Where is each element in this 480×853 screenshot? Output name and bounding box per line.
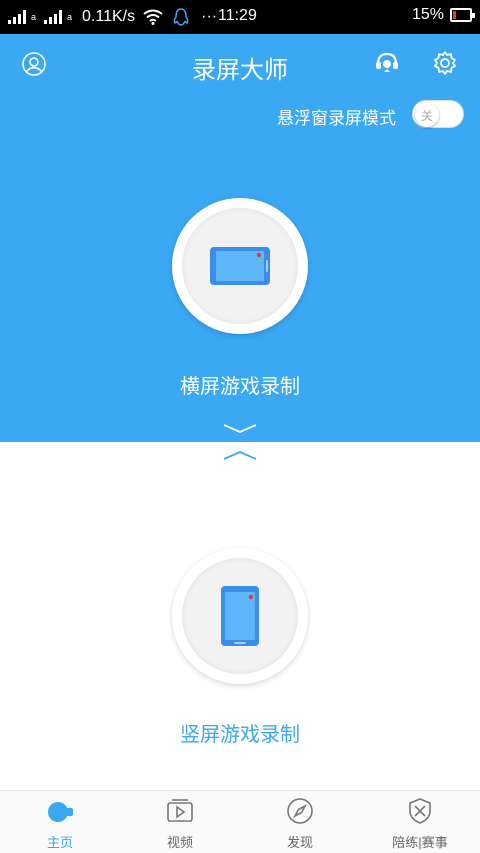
status-bar: a a 0.11K/s ··· 11:29 15% — [0, 0, 480, 34]
customer-service-icon[interactable] — [374, 50, 400, 76]
tab-video-label: 视频 — [166, 835, 193, 850]
qq-icon — [173, 8, 189, 26]
tab-practice-label: 陪练|赛事 — [392, 835, 448, 850]
chevron-down-icon[interactable] — [222, 422, 258, 436]
portrait-record-label[interactable]: 竖屏游戏录制 — [0, 718, 480, 747]
status-left: a a 0.11K/s ··· — [8, 7, 217, 27]
landscape-record-button[interactable] — [172, 198, 308, 334]
signal-sub-label: a — [31, 12, 37, 22]
tab-video[interactable]: 视频 — [140, 791, 220, 853]
video-icon — [167, 799, 193, 822]
landscape-record-button-inner — [182, 208, 298, 324]
more-dots: ··· — [201, 8, 218, 25]
portrait-record-button[interactable] — [172, 548, 308, 684]
tab-discover[interactable]: 发现 — [260, 791, 340, 853]
landscape-record-label[interactable]: 横屏游戏录制 — [0, 370, 480, 399]
network-speed: 0.11K/s — [82, 8, 136, 25]
battery-percent: 15% — [411, 6, 444, 23]
compass-icon — [287, 798, 313, 824]
wifi-icon — [143, 9, 163, 25]
landscape-phone-icon — [210, 247, 270, 285]
camera-icon — [48, 802, 73, 822]
bottom-nav: 主页 视频 发现 陪练|赛事 — [0, 790, 480, 853]
tab-practice[interactable]: 陪练|赛事 — [380, 791, 460, 853]
shield-swords-icon — [409, 798, 431, 824]
portrait-phone-icon — [221, 586, 259, 646]
float-mode-label: 悬浮窗录屏模式 — [277, 109, 396, 128]
float-mode-toggle-knob: 关 — [415, 103, 439, 127]
landscape-panel: 录屏大师 悬浮窗录屏模式 关 横屏游戏录制 — [0, 34, 480, 442]
signal-icon — [8, 10, 26, 24]
tab-discover-label: 发现 — [286, 835, 313, 850]
page-title: 录屏大师 — [192, 57, 288, 84]
clock: 11:29 — [218, 7, 257, 24]
float-mode-toggle[interactable]: 关 — [412, 100, 464, 128]
tab-home-label: 主页 — [46, 835, 73, 850]
gear-icon[interactable] — [432, 50, 458, 76]
status-right: 15% — [411, 6, 475, 24]
battery-icon — [450, 8, 475, 22]
signal-icon-2 — [44, 10, 63, 24]
portrait-record-button-inner — [182, 558, 298, 674]
chevron-up-icon[interactable] — [222, 448, 258, 462]
signal-sub-label-2: a — [67, 12, 73, 22]
tab-home[interactable]: 主页 — [20, 791, 100, 853]
